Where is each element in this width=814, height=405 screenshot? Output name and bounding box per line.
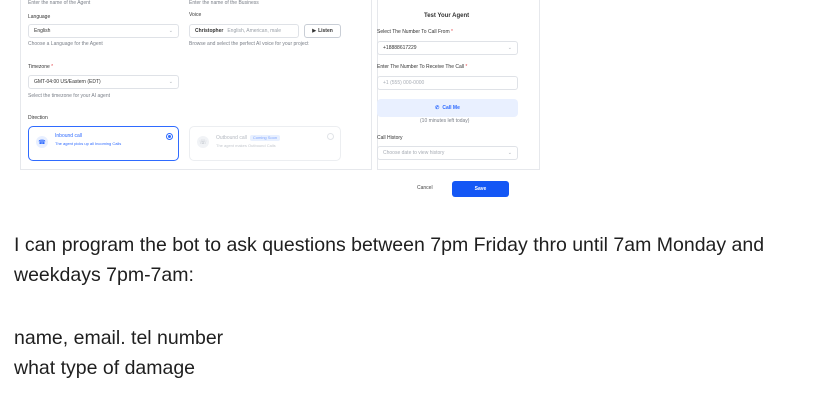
play-icon: ▶ [312,28,317,34]
inbound-call-option[interactable]: ☎ Inbound call The agent picks up all In… [28,126,179,161]
timezone-label: Timezone * [28,64,54,70]
outbound-call-icon: ☏ [197,136,209,148]
voice-label: Voice [189,12,202,18]
voice-hint: Browse and select the perfect AI voice f… [189,41,309,47]
inbound-call-subtitle: The agent picks up all Incoming Calls [55,141,122,146]
phone-icon: ✆ [435,105,440,111]
minutes-left: (10 minutes left today) [420,118,470,124]
call-from-select[interactable]: +18888617229 ⌄ [377,41,518,55]
timezone-select[interactable]: GMT-04:00 US/Eastern (EDT) ⌄ [28,75,179,89]
call-me-button[interactable]: ✆ Call Me [377,99,518,117]
language-label: Language [28,14,51,20]
agent-name-hint: Enter the name of the Agent [28,0,91,6]
language-select[interactable]: English ⌄ [28,24,179,38]
listen-label: Listen [318,28,333,34]
message-line-3: name, email. tel number [14,327,224,349]
voice-select[interactable]: Christopher English, American, male [189,24,299,38]
receive-call-label: Enter The Number To Receive The Call * [377,64,468,70]
receive-call-input[interactable]: +1 (555) 000-0000 [377,76,518,90]
chevron-down-icon: ⌄ [168,28,173,34]
outbound-call-title: Outbound call Coming Soon [216,135,281,141]
call-from-label: Select The Number To Call From * [377,29,453,35]
outbound-radio[interactable] [327,133,334,140]
business-name-hint: Enter the name of the Business [189,0,259,6]
timezone-value: GMT-04:00 US/Eastern (EDT) [34,79,101,85]
inbound-radio[interactable] [166,133,173,140]
language-value: English [34,28,51,34]
inbound-call-icon: ☎ [36,136,48,148]
call-history-placeholder: Choose date to view history [383,150,445,156]
inbound-call-title: Inbound call [55,133,82,139]
message-line-4: what type of damage [14,357,196,379]
message-line-2: weekdays 7pm-7am: [14,264,194,286]
chevron-down-icon: ⌄ [507,45,512,51]
coming-soon-badge: Coming Soon [249,135,281,141]
direction-label: Direction [28,115,48,121]
call-history-select[interactable]: Choose date to view history ⌄ [377,146,518,160]
timezone-hint: Select the timezone for your AI agent [28,93,110,99]
call-from-value: +18888617229 [383,45,417,51]
cancel-button[interactable]: Cancel [417,185,433,191]
outbound-call-option[interactable]: ☏ Outbound call Coming Soon The agent mak… [189,126,341,161]
voice-description: English, American, male [227,28,281,34]
outbound-call-subtitle: The agent makes Outbound Calls [216,143,276,148]
call-history-label: Call History [377,135,403,141]
receive-call-placeholder: +1 (555) 000-0000 [383,80,425,86]
listen-button[interactable]: ▶ Listen [304,24,341,38]
test-agent-title: Test Your Agent [424,13,470,19]
call-me-label: Call Me [442,105,460,111]
message-line-1: I can program the bot to ask questions b… [14,234,765,256]
chevron-down-icon: ⌄ [168,79,173,85]
voice-name: Christopher [195,28,224,34]
chevron-down-icon: ⌄ [507,150,512,156]
save-button[interactable]: Save [452,181,509,197]
language-hint: Choose a Language for the Agent [28,41,103,47]
